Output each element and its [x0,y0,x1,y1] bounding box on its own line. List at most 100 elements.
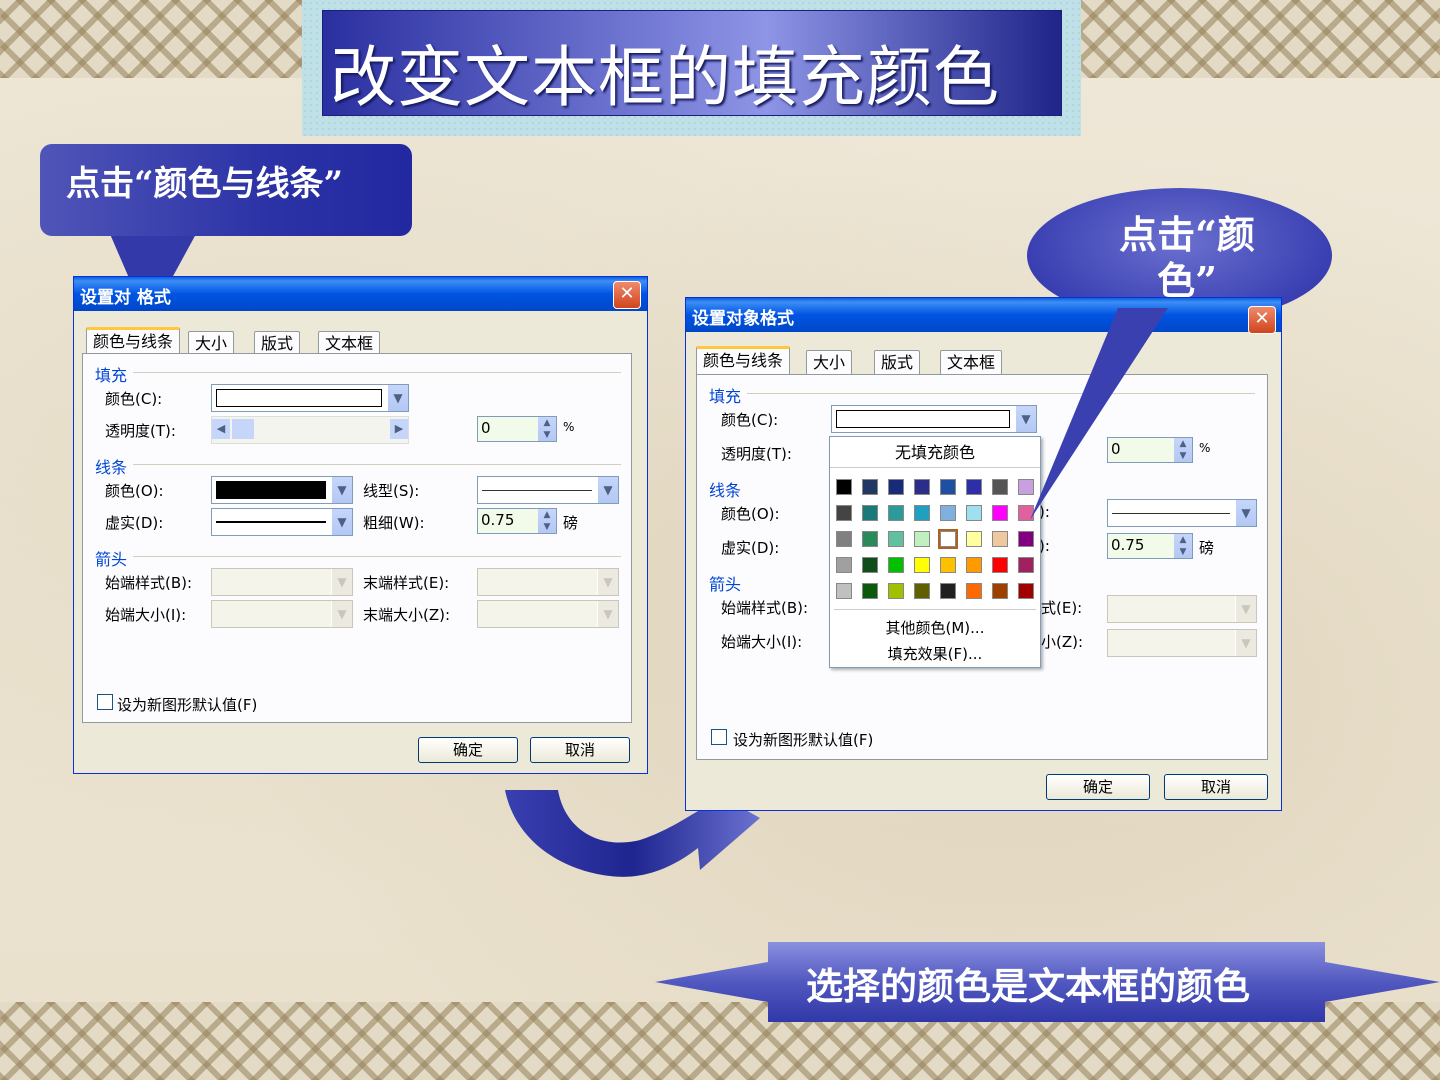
color-swatch[interactable] [836,557,852,573]
end-style-label: 末端样式(E): [363,574,450,592]
dashed-label: 虚实(D): [105,514,164,532]
color-swatch[interactable] [992,583,1008,599]
color-swatch[interactable] [888,583,904,599]
spin-icon[interactable]: ▲ ▼ [1174,438,1192,462]
color-swatch[interactable] [992,505,1008,521]
chevron-down-icon[interactable]: ▼ [331,477,352,503]
color-swatch[interactable] [1018,557,1034,573]
line-color-dropdown[interactable]: ▼ [211,476,353,504]
color-swatch[interactable] [914,479,930,495]
default-checkbox[interactable] [711,729,727,745]
scroll-right-icon[interactable]: ▶ [390,419,408,439]
more-colors-option[interactable]: 其他颜色(M)... [830,617,1040,638]
no-fill-option[interactable]: 无填充颜色 [830,439,1040,468]
color-swatch[interactable] [992,557,1008,573]
cancel-button[interactable]: 取消 [1164,774,1268,800]
color-swatch[interactable] [836,583,852,599]
begin-style-label: 始端样式(B): [105,574,193,592]
cancel-button[interactable]: 取消 [530,737,630,763]
color-swatch[interactable] [836,479,852,495]
color-swatch[interactable] [940,479,956,495]
color-swatch[interactable] [940,583,956,599]
begin-style-dropdown[interactable]: ▼ [211,568,353,596]
color-swatch[interactable] [914,531,930,547]
transparency-input[interactable]: 0 ▲ ▼ [477,416,557,442]
weight-input[interactable]: 0.75 ▲ ▼ [477,508,557,534]
color-swatch[interactable] [862,479,878,495]
color-swatch[interactable] [966,531,982,547]
color-swatch[interactable] [966,505,982,521]
tab-color-lines[interactable]: 颜色与线条 [696,346,791,375]
end-style-dropdown[interactable]: ▼ [1107,595,1257,623]
spin-icon[interactable]: ▲ ▼ [538,509,556,533]
spin-icon[interactable]: ▲ ▼ [538,417,556,441]
end-style-dropdown[interactable]: ▼ [477,568,619,596]
tab-layout[interactable]: 版式 [874,350,921,375]
fill-color-dropdown[interactable]: ▼ [831,405,1037,433]
end-size-dropdown[interactable]: ▼ [1107,629,1257,657]
chevron-down-icon: ▼ [1235,630,1256,656]
color-swatch[interactable] [888,479,904,495]
default-checkbox-label: 设为新图形默认值(F) [733,731,874,749]
fill-effects-option[interactable]: 填充效果(F)... [830,643,1040,664]
color-swatch[interactable] [836,505,852,521]
color-swatch[interactable] [862,531,878,547]
callout-right-text: 点击“颜色” [1119,212,1255,303]
color-swatch[interactable] [862,583,878,599]
default-checkbox[interactable] [97,694,113,710]
color-swatch[interactable] [992,479,1008,495]
dialog-titlebar: 设置对象格式 ✕ [686,298,1281,334]
color-swatch[interactable] [914,505,930,521]
chevron-down-icon[interactable]: ▼ [331,509,352,535]
color-swatch[interactable] [992,531,1008,547]
ok-button[interactable]: 确定 [418,737,518,763]
color-swatch[interactable] [940,505,956,521]
color-swatch[interactable] [1018,531,1034,547]
color-swatch[interactable] [966,583,982,599]
line-style-sample [482,490,592,491]
dashed-label: 虚实(D): [721,539,780,557]
color-swatch[interactable] [1018,583,1034,599]
color-swatch[interactable] [940,557,956,573]
end-size-label: 末端大小(Z): [363,606,451,624]
tab-size[interactable]: 大小 [806,350,853,375]
color-swatch[interactable] [966,479,982,495]
color-swatch[interactable] [888,557,904,573]
color-swatch[interactable] [914,557,930,573]
begin-size-dropdown[interactable]: ▼ [211,600,353,628]
divider [133,464,621,465]
transparency-slider[interactable]: ◀ ▶ [211,416,409,444]
fill-color-dropdown[interactable]: ▼ [211,384,409,412]
line-style-sample [1112,513,1230,514]
close-icon[interactable]: ✕ [613,281,641,309]
chevron-down-icon[interactable]: ▼ [1235,500,1256,526]
color-swatch[interactable] [836,531,852,547]
color-swatch[interactable] [862,557,878,573]
chevron-down-icon: ▼ [597,569,618,595]
color-swatch[interactable] [862,505,878,521]
ok-button[interactable]: 确定 [1046,774,1150,800]
line-section-label: 线条 [709,481,742,500]
chevron-down-icon[interactable]: ▼ [597,477,618,503]
close-icon[interactable]: ✕ [1248,306,1276,334]
color-swatch[interactable] [888,531,904,547]
slider-thumb[interactable] [232,419,254,439]
color-swatch[interactable] [966,557,982,573]
weight-input[interactable]: 0.75 ▲ ▼ [1107,533,1193,559]
spin-icon[interactable]: ▲ ▼ [1174,534,1192,558]
end-size-dropdown[interactable]: ▼ [477,600,619,628]
line-style-dropdown[interactable]: ▼ [1107,499,1257,527]
tab-color-lines[interactable]: 颜色与线条 [86,327,181,356]
line-style-dropdown[interactable]: ▼ [477,476,619,504]
color-swatch[interactable] [1018,479,1034,495]
chevron-down-icon[interactable]: ▼ [1015,406,1036,432]
dashed-dropdown[interactable]: ▼ [211,508,353,536]
color-swatch[interactable] [888,505,904,521]
color-swatch[interactable] [1018,505,1034,521]
tab-textbox[interactable]: 文本框 [940,350,1003,375]
chevron-down-icon[interactable]: ▼ [387,385,408,411]
transparency-input[interactable]: 0 ▲ ▼ [1107,437,1193,463]
color-swatch[interactable] [914,583,930,599]
scroll-left-icon[interactable]: ◀ [212,419,230,439]
color-swatch[interactable] [938,529,958,549]
